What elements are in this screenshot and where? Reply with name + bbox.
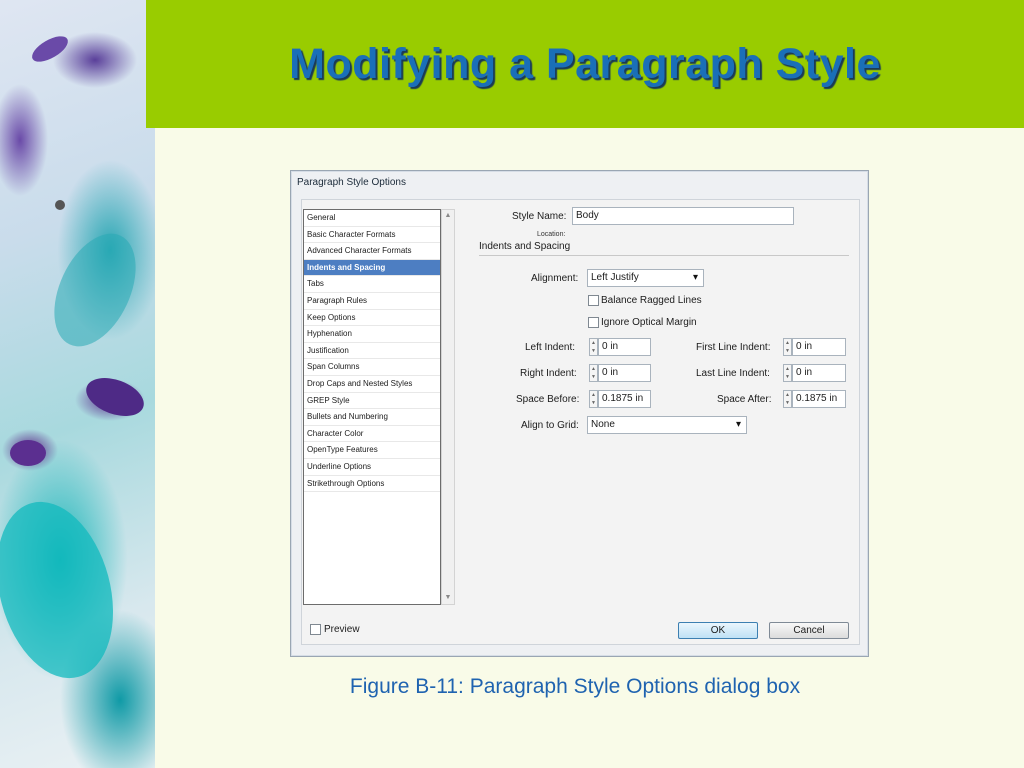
cancel-button[interactable]: Cancel xyxy=(769,622,849,639)
preview-checkbox[interactable] xyxy=(310,624,321,635)
category-list-item[interactable]: General xyxy=(304,210,440,227)
slide-title-bar: Modifying a Paragraph Style xyxy=(146,0,1024,128)
category-list-item[interactable]: Indents and Spacing xyxy=(304,259,440,277)
space-before-label: Space Before: xyxy=(516,394,580,405)
section-title: Indents and Spacing xyxy=(479,241,571,252)
right-indent-spinner[interactable]: ▲ ▼ xyxy=(589,364,598,382)
left-indent-label: Left Indent: xyxy=(525,342,576,353)
category-list-item[interactable]: Drop Caps and Nested Styles xyxy=(304,376,440,393)
category-list-item[interactable]: Justification xyxy=(304,343,440,360)
category-list-item[interactable]: Tabs xyxy=(304,276,440,293)
slide-title: Modifying a Paragraph Style xyxy=(289,40,881,88)
alignment-label: Alignment: xyxy=(531,273,579,284)
paint-splash xyxy=(80,370,150,424)
left-indent-spinner[interactable]: ▲ ▼ xyxy=(589,338,598,356)
align-to-grid-label: Align to Grid: xyxy=(521,420,579,431)
paint-splash xyxy=(10,440,46,466)
paint-splash xyxy=(37,220,153,360)
ignore-optical-margin-checkbox[interactable] xyxy=(588,317,599,328)
category-list-item[interactable]: Hyphenation xyxy=(304,326,440,343)
first-line-indent-label: First Line Indent: xyxy=(696,342,771,353)
ignore-optical-margin-label: Ignore Optical Margin xyxy=(601,317,697,328)
ok-button[interactable]: OK xyxy=(678,622,758,639)
section-divider xyxy=(479,255,849,256)
dialog-title: Paragraph Style Options xyxy=(297,177,406,188)
left-indent-input[interactable]: 0 in xyxy=(598,338,651,356)
first-line-indent-spinner[interactable]: ▲ ▼ xyxy=(783,338,792,356)
paragraph-style-options-dialog: Paragraph Style Options General Basic Cha… xyxy=(290,170,869,657)
category-list-item[interactable]: Advanced Character Formats xyxy=(304,243,440,260)
scroll-down-icon[interactable]: ▼ xyxy=(444,594,452,602)
category-list-scrollbar[interactable]: ▲ ▼ xyxy=(441,209,455,605)
category-list-item[interactable]: Character Color xyxy=(304,426,440,443)
category-list-item[interactable]: OpenType Features xyxy=(304,442,440,459)
category-list-item[interactable]: Underline Options xyxy=(304,459,440,476)
scroll-up-icon[interactable]: ▲ xyxy=(444,212,452,220)
space-before-spinner[interactable]: ▲ ▼ xyxy=(589,390,598,408)
first-line-indent-input[interactable]: 0 in xyxy=(792,338,846,356)
category-list-item[interactable]: Strikethrough Options xyxy=(304,476,440,493)
space-after-label: Space After: xyxy=(717,394,772,405)
paint-splash xyxy=(28,31,72,67)
space-before-input[interactable]: 0.1875 in xyxy=(598,390,651,408)
category-list-item[interactable]: Paragraph Rules xyxy=(304,293,440,310)
last-line-indent-label: Last Line Indent: xyxy=(696,368,770,379)
category-list-item[interactable]: Span Columns xyxy=(304,359,440,376)
right-indent-input[interactable]: 0 in xyxy=(598,364,651,382)
category-list[interactable]: General Basic Character Formats Advanced C… xyxy=(303,209,441,605)
category-list-item[interactable]: GREP Style xyxy=(304,393,440,410)
preview-label: Preview xyxy=(324,624,360,635)
balance-ragged-lines-checkbox[interactable] xyxy=(588,295,599,306)
category-list-item[interactable]: Keep Options xyxy=(304,310,440,327)
location-label: Location: xyxy=(537,231,566,238)
space-after-input[interactable]: 0.1875 in xyxy=(792,390,846,408)
balance-ragged-lines-label: Balance Ragged Lines xyxy=(601,295,702,306)
right-indent-label: Right Indent: xyxy=(520,368,577,379)
alignment-select[interactable]: Left Justify xyxy=(587,269,704,287)
style-name-label: Style Name: xyxy=(512,211,567,222)
last-line-indent-input[interactable]: 0 in xyxy=(792,364,846,382)
paint-dot xyxy=(55,200,65,210)
align-to-grid-select[interactable]: None xyxy=(587,416,747,434)
style-name-input[interactable]: Body xyxy=(572,207,794,225)
paint-splash xyxy=(0,488,132,692)
space-after-spinner[interactable]: ▲ ▼ xyxy=(783,390,792,408)
decorative-paint-strip xyxy=(0,0,155,768)
category-list-item[interactable]: Basic Character Formats xyxy=(304,227,440,244)
category-list-item[interactable]: Bullets and Numbering xyxy=(304,409,440,426)
last-line-indent-spinner[interactable]: ▲ ▼ xyxy=(783,364,792,382)
figure-caption: Figure B-11: Paragraph Style Options dia… xyxy=(349,675,801,698)
